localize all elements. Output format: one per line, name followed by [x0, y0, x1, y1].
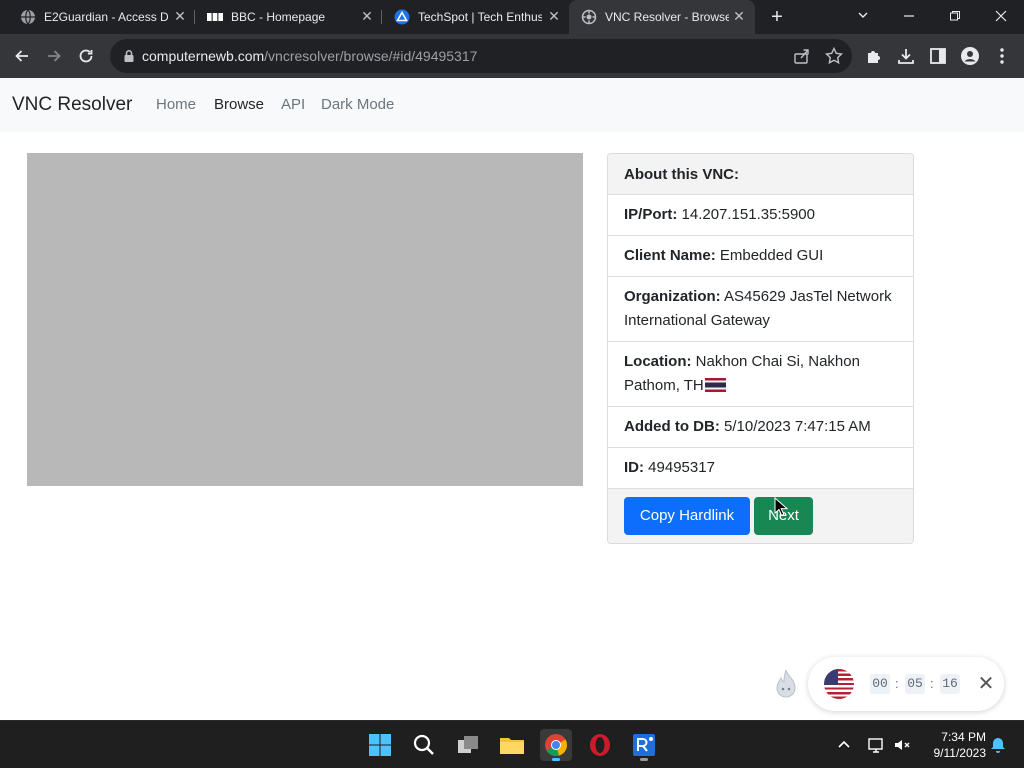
vnc-resolver-icon [581, 9, 597, 25]
tab-label: TechSpot | Tech Enthus [418, 10, 542, 24]
vnc-info-card: About this VNC: IP/Port: 14.207.151.35:5… [607, 153, 914, 544]
chrome-icon[interactable] [540, 729, 572, 761]
thailand-flag-icon [704, 378, 726, 392]
mouse-cursor-icon [774, 497, 788, 516]
start-windows-icon[interactable] [364, 729, 396, 761]
new-tab-button[interactable]: + [766, 6, 788, 28]
windows-taskbar: 7:34 PM 9/11/2023 [0, 720, 1024, 768]
timer-seconds: 16 [940, 674, 960, 694]
tab-label: E2Guardian - Access De [44, 10, 168, 24]
tab-e2guardian[interactable]: E2Guardian - Access De ✕ [8, 0, 194, 34]
side-panel-icon[interactable] [928, 46, 948, 66]
tab-search-chevron-icon[interactable] [852, 6, 874, 28]
timer-minutes: 05 [905, 674, 925, 694]
clock-time: 7:34 PM [941, 730, 986, 744]
more-menu-icon[interactable] [992, 46, 1012, 66]
restore-icon[interactable] [944, 6, 966, 28]
info-row-location: Location: Nakhon Chai Si, Nakhon Pathom,… [608, 342, 913, 407]
info-row-ip-port: IP/Port: 14.207.151.35:5900 [608, 195, 913, 236]
lock-icon[interactable] [122, 49, 136, 63]
info-row-organization: Organization: AS45629 JasTel Network Int… [608, 277, 913, 342]
extensions-puzzle-icon[interactable] [864, 46, 884, 66]
network-monitor-icon[interactable] [866, 735, 886, 755]
url-host: computernewb.com [142, 48, 265, 64]
row-value: 14.207.151.35:5900 [681, 206, 815, 223]
file-explorer-icon[interactable] [496, 729, 528, 761]
row-value: 5/10/2023 7:47:15 AM [724, 418, 871, 435]
close-icon[interactable]: ✕ [546, 8, 562, 24]
close-icon[interactable]: ✕ [172, 8, 188, 24]
nav-api[interactable]: API [281, 96, 305, 113]
opera-icon[interactable] [584, 729, 616, 761]
row-label: Organization: [624, 288, 721, 305]
remote-desktop-app-icon[interactable] [628, 729, 660, 761]
download-icon[interactable] [896, 46, 916, 66]
nav-home[interactable]: Home [156, 96, 196, 113]
card-title: About this VNC: [624, 166, 739, 183]
url-path: /vncresolver/browse/#id/49495317 [264, 48, 478, 64]
back-arrow-icon[interactable] [10, 44, 34, 68]
taskbar-clock[interactable]: 7:34 PM 9/11/2023 [920, 729, 987, 761]
site-brand[interactable]: VNC Resolver [12, 94, 132, 116]
tab-techspot[interactable]: TechSpot | Tech Enthus ✕ [382, 0, 568, 34]
notification-bell-icon[interactable] [988, 735, 1008, 755]
row-label: IP/Port: [624, 206, 678, 223]
browser-tab-strip: E2Guardian - Access De ✕ BBC - Homepage … [0, 0, 1024, 34]
techspot-icon [394, 9, 410, 25]
timer-separator: : [930, 676, 934, 691]
close-window-icon[interactable] [990, 6, 1012, 28]
speaker-muted-icon[interactable] [892, 735, 912, 755]
card-footer: Copy Hardlink Next [608, 489, 913, 543]
row-label: Added to DB: [624, 418, 720, 435]
timer-separator: : [895, 676, 899, 691]
reload-icon[interactable] [74, 44, 98, 68]
bbc-icon [207, 13, 223, 21]
flame-icon[interactable] [772, 668, 800, 700]
card-header: About this VNC: [608, 154, 913, 195]
search-icon[interactable] [408, 729, 440, 761]
row-value: 49495317 [648, 459, 715, 476]
url-text[interactable]: computernewb.com/vncresolver/browse/#id/… [142, 48, 477, 64]
vpn-status-widget: 00 : 05 : 16 ✕ [808, 657, 1004, 711]
chevron-up-icon[interactable] [834, 735, 854, 755]
close-icon[interactable]: ✕ [731, 8, 747, 24]
profile-icon[interactable] [960, 46, 980, 66]
clock-date: 9/11/2023 [933, 746, 987, 760]
minimize-icon[interactable] [898, 6, 920, 28]
info-row-added-to-db: Added to DB: 5/10/2023 7:47:15 AM [608, 407, 913, 448]
close-icon[interactable]: ✕ [976, 673, 996, 695]
us-flag-icon[interactable] [824, 669, 854, 699]
row-label: ID: [624, 459, 644, 476]
tab-label: VNC Resolver - Browse [605, 10, 729, 24]
row-label: Client Name: [624, 247, 716, 264]
bookmark-star-icon[interactable] [824, 46, 844, 66]
row-value: Embedded GUI [719, 247, 824, 264]
share-icon[interactable] [792, 46, 812, 66]
tab-bbc[interactable]: BBC - Homepage ✕ [195, 0, 381, 34]
globe-icon [21, 9, 35, 25]
site-navbar: VNC Resolver Home Browse API Dark Mode [0, 78, 1024, 132]
row-label: Location: [624, 353, 692, 370]
copy-hardlink-button[interactable]: Copy Hardlink [624, 497, 750, 535]
forward-arrow-icon[interactable] [42, 44, 66, 68]
timer-hours: 00 [870, 674, 890, 694]
tab-label: BBC - Homepage [231, 10, 326, 24]
tab-vnc-resolver[interactable]: VNC Resolver - Browse ✕ [569, 0, 755, 34]
info-row-client-name: Client Name: Embedded GUI [608, 236, 913, 277]
vnc-screenshot-preview [27, 153, 583, 486]
task-view-icon[interactable] [452, 729, 484, 761]
nav-dark-mode[interactable]: Dark Mode [321, 96, 394, 113]
info-row-id: ID: 49495317 [608, 448, 913, 489]
nav-browse[interactable]: Browse [214, 96, 264, 113]
address-bar[interactable]: computernewb.com/vncresolver/browse/#id/… [110, 39, 852, 73]
close-icon[interactable]: ✕ [359, 8, 375, 24]
browser-toolbar: computernewb.com/vncresolver/browse/#id/… [0, 34, 1024, 78]
